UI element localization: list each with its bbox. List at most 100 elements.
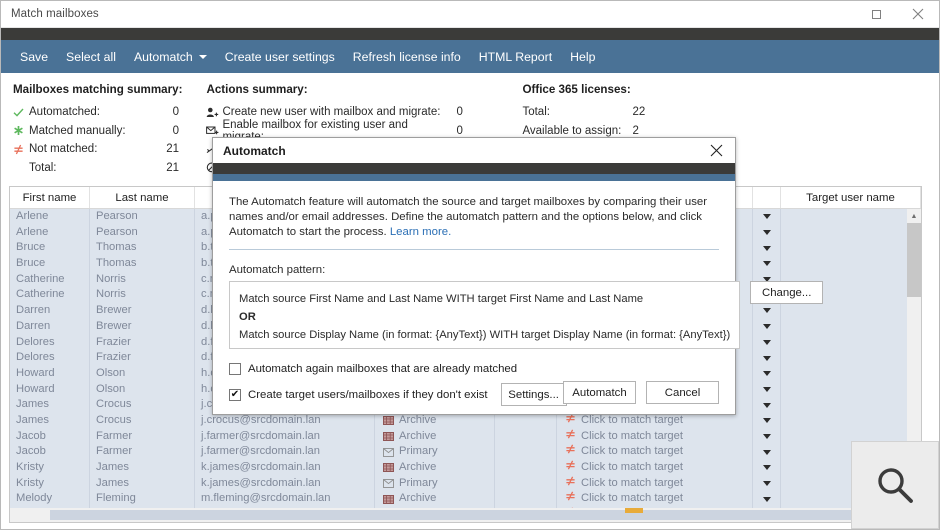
summary-label-matched-manually: Matched manually: (29, 125, 151, 137)
toolbar-item-automatch[interactable]: Automatch (125, 40, 216, 73)
cell-spacer (495, 460, 557, 476)
match-mailboxes-window: Match mailboxes Save Select all Automatc… (0, 0, 940, 530)
toolbar-item-create-user-settings[interactable]: Create user settings (216, 40, 344, 73)
summary-value-automatched: 0 (151, 106, 179, 118)
maximize-button[interactable] (855, 1, 897, 28)
toolbar-item-help[interactable]: Help (561, 40, 604, 73)
cell-first-name: Kristy (10, 476, 90, 492)
cell-email: k.james@srcdomain.lan (195, 476, 375, 492)
table-row[interactable]: KristyJamesk.james@srcdomain.lanPrimaryC… (10, 476, 921, 492)
change-pattern-button[interactable]: Change... (750, 281, 823, 304)
row-dropdown-button[interactable] (753, 335, 781, 351)
pattern-box[interactable]: Match source First Name and Last Name WI… (229, 281, 740, 349)
vertical-scroll-thumb[interactable] (907, 223, 921, 297)
toolbar-label-automatch: Automatch (134, 50, 193, 64)
cell-match-target[interactable]: Click to match target (557, 444, 753, 460)
row-dropdown-button[interactable] (753, 366, 781, 382)
cell-last-name: Pearson (90, 225, 195, 241)
cell-last-name: Thomas (90, 256, 195, 272)
column-header-target-user-name[interactable]: Target user name (781, 187, 921, 208)
cell-email: j.farmer@srcdomain.lan (195, 429, 375, 445)
automatch-dialog: Automatch The Automatch feature will aut… (212, 137, 736, 415)
toolbar-label-refresh-license-info: Refresh license info (353, 50, 461, 64)
row-dropdown-button[interactable] (753, 429, 781, 445)
learn-more-link[interactable]: Learn more. (390, 226, 451, 238)
matching-summary: Mailboxes matching summary: Automatched:… (1, 83, 182, 166)
checkmark-icon: ✔ (231, 390, 239, 400)
row-dropdown-button[interactable] (753, 225, 781, 241)
toolbar-item-save[interactable]: Save (11, 40, 57, 73)
row-dropdown-button[interactable] (753, 397, 781, 413)
toolbar-item-refresh-license-info[interactable]: Refresh license info (344, 40, 470, 73)
chevron-down-icon (763, 481, 771, 486)
column-header-row-dropdown (753, 187, 781, 208)
row-dropdown-button[interactable] (753, 476, 781, 492)
summary-value-matched-manually: 0 (151, 125, 179, 137)
table-horizontal-scrollbar[interactable] (10, 508, 907, 522)
automatch-confirm-button[interactable]: Automatch (563, 381, 636, 404)
summary-value-license-total: 22 (628, 106, 656, 118)
close-button[interactable] (897, 1, 939, 28)
row-dropdown-button[interactable] (753, 240, 781, 256)
row-dropdown-button[interactable] (753, 382, 781, 398)
cell-email: j.farmer@srcdomain.lan (195, 444, 375, 460)
cell-match-target[interactable]: Click to match target (557, 476, 753, 492)
table-row[interactable]: KristyJamesk.james@srcdomain.lanArchiveC… (10, 460, 921, 476)
primary-mailbox-icon (383, 448, 394, 457)
rematch-checkbox[interactable] (229, 363, 241, 375)
create-targets-settings-button[interactable]: Settings... (501, 383, 567, 406)
cell-last-name: James (90, 460, 195, 476)
row-dropdown-button[interactable] (753, 303, 781, 319)
row-dropdown-button[interactable] (753, 209, 781, 225)
cancel-button[interactable]: Cancel (646, 381, 719, 404)
licenses-summary-heading: Office 365 licenses: (522, 83, 656, 96)
dialog-close-button[interactable] (697, 138, 735, 163)
cell-first-name: Howard (10, 382, 90, 398)
row-dropdown-button[interactable] (753, 491, 781, 507)
chevron-down-icon (763, 214, 771, 219)
column-header-last-name[interactable]: Last name (90, 187, 195, 208)
cell-match-target[interactable]: Click to match target (557, 460, 753, 476)
row-dropdown-button[interactable] (753, 256, 781, 272)
horizontal-scroll-marker (625, 508, 643, 513)
toolbar-item-html-report[interactable]: HTML Report (470, 40, 561, 73)
pattern-line-2: OR (239, 308, 730, 326)
summary-row-automatched: Automatched: 0 (13, 103, 182, 122)
table-row[interactable]: JacobFarmerj.farmer@srcdomain.lanArchive… (10, 429, 921, 445)
cell-first-name: James (10, 397, 90, 413)
cell-match-target[interactable]: Click to match target (557, 491, 753, 507)
cell-mailbox-type: Primary (375, 444, 495, 460)
dialog-divider (229, 249, 719, 250)
row-dropdown-button[interactable] (753, 413, 781, 429)
row-dropdown-button[interactable] (753, 460, 781, 476)
cell-match-target[interactable]: Click to match target (557, 429, 753, 445)
window-titlebar: Match mailboxes (1, 1, 939, 28)
cell-email: m.fleming@srcdomain.lan (195, 491, 375, 507)
create-targets-checkbox[interactable]: ✔ (229, 389, 241, 401)
summary-value-not-matched: 21 (151, 143, 179, 155)
row-dropdown-button[interactable] (753, 350, 781, 366)
cell-spacer (495, 444, 557, 460)
toolbar-item-select-all[interactable]: Select all (57, 40, 125, 73)
window-controls (855, 1, 939, 28)
magnifier-overlay[interactable] (851, 441, 939, 529)
summary-label-create-new-user: Create new user with mailbox and migrate… (222, 106, 452, 118)
asterisk-icon (13, 125, 29, 136)
option-rematch-row[interactable]: Automatch again mailboxes that are alrea… (229, 363, 719, 375)
mailbox-type-label: Primary (399, 476, 438, 492)
scroll-up-button[interactable]: ▲ (907, 209, 921, 223)
column-header-first-name[interactable]: First name (10, 187, 90, 208)
cell-last-name: Norris (90, 272, 195, 288)
table-row[interactable]: MelodyFlemingm.fleming@srcdomain.lanArch… (10, 491, 921, 507)
row-dropdown-button[interactable] (753, 444, 781, 460)
table-row[interactable]: JacobFarmerj.farmer@srcdomain.lanPrimary… (10, 444, 921, 460)
cell-first-name: Howard (10, 366, 90, 382)
horizontal-scroll-thumb[interactable] (50, 510, 916, 520)
cell-last-name: Olson (90, 366, 195, 382)
cell-spacer (495, 491, 557, 507)
cell-last-name: Brewer (90, 303, 195, 319)
actions-summary-heading: Actions summary: (206, 83, 480, 96)
cell-last-name: Fleming (90, 491, 195, 507)
row-dropdown-button[interactable] (753, 319, 781, 335)
chevron-down-icon (763, 403, 771, 408)
